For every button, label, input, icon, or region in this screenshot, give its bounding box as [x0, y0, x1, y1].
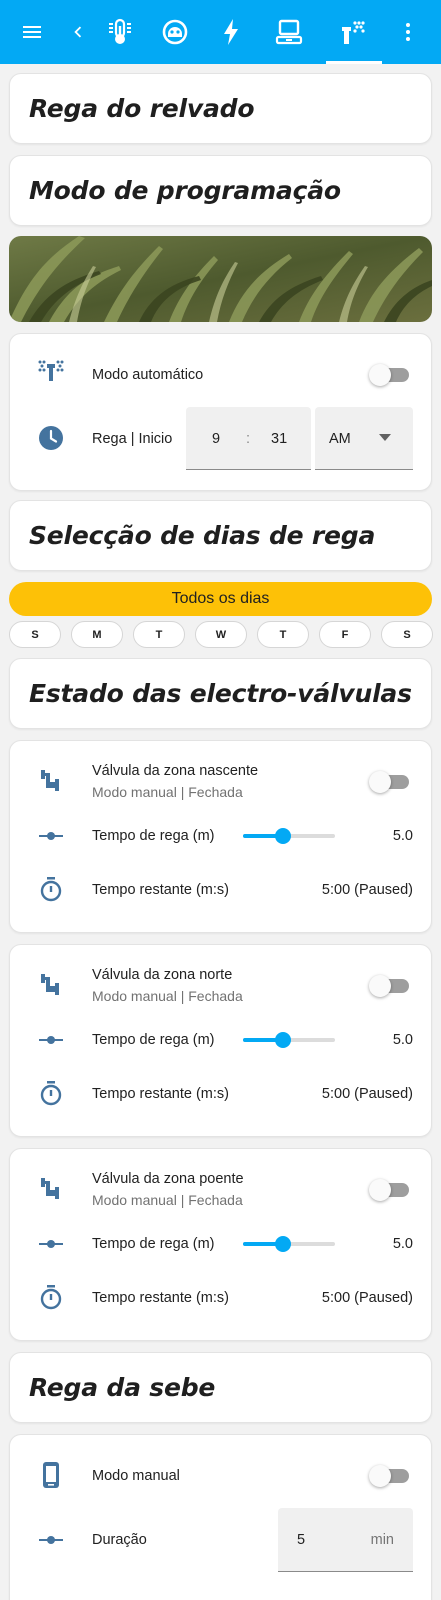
duration-slider[interactable]: [243, 1031, 335, 1049]
active-tab-indicator: [326, 61, 382, 64]
sprinkler-variant-icon: [37, 356, 65, 384]
duration-label: Tempo de rega (m): [92, 1032, 215, 1048]
hedge-duration-input[interactable]: 5 min: [278, 1508, 413, 1572]
remaining-label: Tempo restante (m:s): [92, 1086, 229, 1102]
all-days-button[interactable]: Todos os dias: [9, 582, 432, 616]
time-separator: :: [246, 431, 251, 447]
valve-card: Válvula da zona norte Modo manual | Fech…: [9, 944, 432, 1137]
valves-title: Estado das electro-válvulas: [29, 679, 412, 708]
cellphone-icon: [37, 1461, 65, 1489]
hedge-title-card: Rega da sebe: [9, 1352, 432, 1423]
lawn-title: Rega do relvado: [29, 94, 255, 123]
start-time-label: Rega | Inicio: [92, 431, 173, 447]
remaining-value: 5:00 (Paused): [321, 1290, 413, 1306]
valve-name: Válvula da zona poente: [92, 1171, 244, 1187]
valve-card: Válvula da zona poente Modo manual | Fec…: [9, 1148, 432, 1341]
day-chip-thursday[interactable]: T: [257, 621, 309, 648]
day-chip-tuesday[interactable]: T: [133, 621, 185, 648]
day-chip-label: M: [92, 628, 102, 641]
duration-slider[interactable]: [243, 1235, 335, 1253]
day-chip-sunday[interactable]: S: [9, 621, 61, 648]
pipe-valve-icon: [37, 970, 65, 998]
manual-mode-label: Modo manual: [92, 1468, 180, 1484]
lightning-icon[interactable]: [215, 0, 247, 64]
more-vert-icon[interactable]: [392, 0, 424, 64]
timer-icon: [37, 1283, 65, 1311]
valve-toggle[interactable]: [369, 771, 409, 793]
hedge-duration-unit: min: [370, 1532, 394, 1548]
remaining-value: 5:00 (Paused): [321, 882, 413, 898]
ray-vertex-icon: [37, 1230, 65, 1258]
valve-name: Válvula da zona norte: [92, 967, 233, 983]
day-chip-label: T: [155, 628, 163, 641]
mode-title: Modo de programação: [29, 176, 341, 205]
hedge-card: Modo manual Duração 5 min: [9, 1434, 432, 1600]
dropdown-arrow-icon: [379, 434, 391, 441]
back-icon[interactable]: [62, 0, 94, 64]
start-minute[interactable]: 31: [271, 431, 287, 447]
day-chip-saturday[interactable]: S: [381, 621, 433, 648]
schedule-card: Modo automático Rega | Inicio 9 : 31 AM: [9, 333, 432, 491]
day-chip-label: S: [31, 628, 39, 641]
valve-toggle[interactable]: [369, 975, 409, 997]
start-time-input[interactable]: 9 : 31: [186, 407, 311, 470]
days-title-card: Selecção de dias de rega: [9, 500, 432, 571]
ray-vertex-icon: [37, 1526, 65, 1554]
clock-icon: [37, 424, 65, 452]
lawn-picture: [9, 236, 432, 322]
ampm-value: AM: [329, 431, 351, 447]
thermometer-icon[interactable]: [103, 0, 137, 64]
remaining-label: Tempo restante (m:s): [92, 1290, 229, 1306]
day-chip-label: S: [403, 628, 411, 641]
auto-mode-label: Modo automático: [92, 367, 204, 383]
duration-value: 5.0: [392, 1236, 413, 1252]
timer-icon: [37, 1079, 65, 1107]
ray-vertex-icon: [37, 822, 65, 850]
sprinkler-icon[interactable]: [333, 0, 373, 64]
start-hour[interactable]: 9: [212, 431, 220, 447]
duration-label: Tempo de rega (m): [92, 828, 215, 844]
valves-title-card: Estado das electro-válvulas: [9, 658, 432, 729]
hedge-title: Rega da sebe: [29, 1373, 216, 1402]
pipe-valve-icon: [37, 1174, 65, 1202]
duration-value: 5.0: [392, 1032, 413, 1048]
remaining-label: Tempo restante (m:s): [92, 882, 229, 898]
ray-vertex-icon: [37, 1026, 65, 1054]
hedge-duration-value[interactable]: 5: [297, 1532, 305, 1548]
day-chip-label: T: [279, 628, 287, 641]
hedge-duration-label: Duração: [92, 1532, 147, 1548]
robot-vacuum-icon[interactable]: [158, 0, 192, 64]
valve-status: Modo manual | Fechada: [92, 988, 243, 1004]
duration-label: Tempo de rega (m): [92, 1236, 215, 1252]
day-chip-wednesday[interactable]: W: [195, 621, 247, 648]
pipe-valve-icon: [37, 766, 65, 794]
lawn-title-card: Rega do relvado: [9, 73, 432, 144]
days-title: Selecção de dias de rega: [29, 521, 376, 550]
duration-slider[interactable]: [243, 827, 335, 845]
valve-toggle[interactable]: [369, 1179, 409, 1201]
all-days-label: Todos os dias: [171, 590, 270, 607]
valve-name: Válvula da zona nascente: [92, 763, 259, 779]
day-chip-friday[interactable]: F: [319, 621, 371, 648]
laptop-icon[interactable]: [271, 0, 307, 64]
menu-icon[interactable]: [14, 0, 50, 64]
valve-status: Modo manual | Fechada: [92, 784, 243, 800]
manual-mode-toggle[interactable]: [369, 1465, 409, 1487]
remaining-value: 5:00 (Paused): [321, 1086, 413, 1102]
day-chip-label: F: [341, 628, 349, 641]
mode-title-card: Modo de programação: [9, 155, 432, 226]
timer-icon: [37, 875, 65, 903]
valve-status: Modo manual | Fechada: [92, 1192, 243, 1208]
duration-value: 5.0: [392, 828, 413, 844]
day-chip-label: W: [215, 628, 227, 641]
valve-card: Válvula da zona nascente Modo manual | F…: [9, 740, 432, 933]
top-app-bar: [0, 0, 441, 64]
auto-mode-toggle[interactable]: [369, 364, 409, 386]
day-chip-monday[interactable]: M: [71, 621, 123, 648]
ampm-select[interactable]: AM: [315, 407, 413, 470]
